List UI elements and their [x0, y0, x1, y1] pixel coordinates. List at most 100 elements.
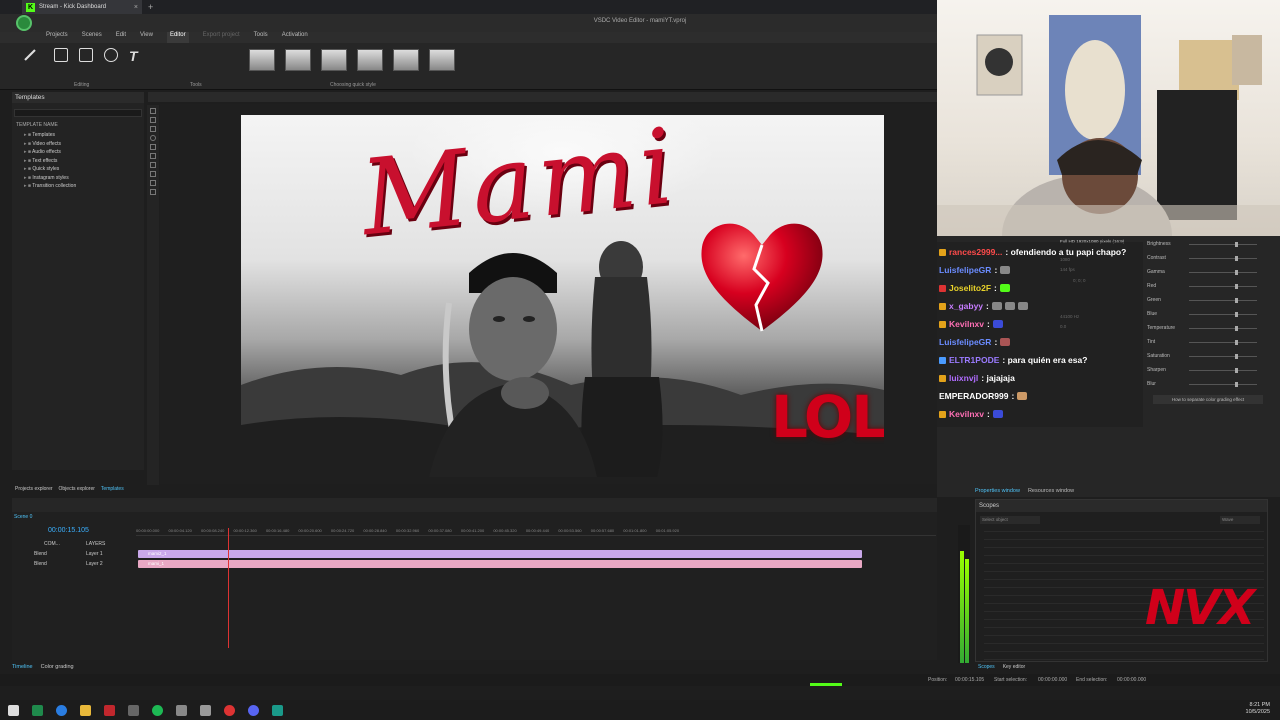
audio-effects-button[interactable]: [101, 47, 121, 67]
color-grading-help-button[interactable]: How to separate color grading effect: [1153, 395, 1263, 404]
menu-tools[interactable]: Tools: [254, 32, 268, 43]
chat-username[interactable]: Joselito2F: [949, 283, 991, 293]
image-tool-icon[interactable]: [150, 153, 156, 159]
slider-tint[interactable]: Tint: [1147, 339, 1265, 347]
chart-tool-icon[interactable]: [150, 180, 156, 186]
track1-blend[interactable]: Blend: [34, 551, 47, 557]
canvas-toolbar[interactable]: [148, 92, 938, 102]
video-effects-button[interactable]: [76, 47, 96, 67]
pen-tool-icon[interactable]: [150, 117, 156, 123]
tab-projects-explorer[interactable]: Projects explorer: [15, 486, 53, 496]
tab-templates[interactable]: Templates: [101, 486, 124, 496]
tab-timeline[interactable]: Timeline: [12, 664, 33, 673]
chat-username[interactable]: Kevilnxv: [949, 319, 984, 329]
discord-icon[interactable]: [248, 704, 259, 716]
tree-item-instagram-styles[interactable]: Instagram styles: [12, 174, 144, 183]
pointer-tool-icon[interactable]: [150, 108, 156, 114]
chat-username[interactable]: x_gabyy: [949, 301, 983, 311]
timeline-clip[interactable]: mami_1: [138, 560, 862, 568]
add-object-button[interactable]: [51, 47, 71, 67]
menu-scenes[interactable]: Scenes: [82, 32, 102, 43]
wizard-button[interactable]: [20, 47, 40, 67]
quick-style-grayscale-2[interactable]: [393, 49, 419, 71]
playhead[interactable]: [228, 528, 229, 648]
menu-export-project[interactable]: Export project: [203, 32, 240, 43]
tab-objects-explorer[interactable]: Objects explorer: [59, 486, 95, 496]
media-app-icon[interactable]: [104, 704, 115, 716]
menu-editor[interactable]: Editor: [166, 32, 189, 43]
quick-style-grayscale-3[interactable]: [429, 49, 455, 71]
slider-green[interactable]: Green: [1147, 297, 1265, 305]
slider-contrast[interactable]: Contrast: [1147, 255, 1265, 263]
timeline-clip[interactable]: mami2_1: [138, 550, 862, 558]
grid-app-icon[interactable]: [200, 704, 211, 716]
thumbnail-preview[interactable]: Mami LOL: [241, 115, 884, 477]
timeline-toolbar[interactable]: [12, 498, 937, 512]
chat-username[interactable]: Kevilnxv: [949, 409, 984, 419]
scopes-mode-select[interactable]: Wave: [1220, 516, 1260, 524]
pen-icon[interactable]: [176, 704, 187, 716]
vsdc-taskbar-icon[interactable]: [272, 704, 283, 716]
chat-username[interactable]: LuisfelipeGR: [939, 265, 991, 275]
scopes-object-select[interactable]: Select object: [980, 516, 1040, 524]
ruler-tick: 00:00:16.480: [265, 528, 290, 533]
text-effects-button[interactable]: T: [126, 47, 146, 67]
chat-message: LuisfelipeGR:: [939, 265, 1011, 275]
system-clock[interactable]: 8:21 PM 10/5/2025: [1246, 702, 1270, 716]
timeline-ruler[interactable]: 00:00:00.000 00:00:04.120 00:00:08.240 0…: [136, 528, 936, 536]
quick-style-grayscale[interactable]: [357, 49, 383, 71]
slider-sharpen[interactable]: Sharpen: [1147, 367, 1265, 375]
tree-item-text-effects[interactable]: Text effects: [12, 157, 144, 166]
live-indicator: [810, 683, 842, 686]
menu-view[interactable]: View: [140, 32, 153, 43]
windows-start-icon[interactable]: [8, 704, 19, 716]
quick-style-remove-all[interactable]: [249, 49, 275, 71]
file-explorer-icon[interactable]: [80, 704, 91, 716]
tab-color-grading[interactable]: Color grading: [41, 664, 74, 673]
tree-item-video-effects[interactable]: Video effects: [12, 140, 144, 149]
app-icon[interactable]: [32, 704, 43, 716]
slider-gamma[interactable]: Gamma: [1147, 269, 1265, 277]
templates-search-input[interactable]: [14, 109, 142, 117]
tab-resources-window[interactable]: Resources window: [1028, 488, 1074, 494]
menu-edit[interactable]: Edit: [116, 32, 126, 43]
video-tool-icon[interactable]: [150, 162, 156, 168]
obs-icon[interactable]: [224, 704, 235, 716]
ellipse-tool-icon[interactable]: [150, 135, 156, 141]
audio-tool-icon[interactable]: [150, 171, 156, 177]
slider-blue[interactable]: Blue: [1147, 311, 1265, 319]
chat-username[interactable]: rances2999...: [949, 247, 1002, 257]
edge-icon[interactable]: [56, 704, 67, 716]
tree-item-transition-collection[interactable]: Transition collection: [12, 182, 144, 191]
quick-style-auto-levels[interactable]: [285, 49, 311, 71]
menu-activation[interactable]: Activation: [282, 32, 308, 43]
slider-brightness[interactable]: Brightness: [1147, 241, 1265, 249]
zoom-tool-icon[interactable]: [150, 189, 156, 195]
tree-item-audio-effects[interactable]: Audio effects: [12, 148, 144, 157]
slider-red[interactable]: Red: [1147, 283, 1265, 291]
track2-blend[interactable]: Blend: [34, 561, 47, 567]
chat-username[interactable]: EMPERADOR999: [939, 391, 1008, 401]
tab-properties-window[interactable]: Properties window: [975, 488, 1020, 494]
menu-projects[interactable]: Projects: [46, 32, 68, 43]
tab-scopes[interactable]: Scopes: [978, 664, 995, 670]
chat-username[interactable]: ELTR1PODE: [949, 355, 999, 365]
tree-item-templates[interactable]: Templates: [12, 131, 144, 140]
chat-username[interactable]: LuisfelipeGR: [939, 337, 991, 347]
browser-tab[interactable]: K Stream - Kick Dashboard ×: [22, 0, 142, 14]
spotify-icon[interactable]: [152, 704, 163, 716]
tree-item-quick-styles[interactable]: Quick styles: [12, 165, 144, 174]
quick-style-auto-contrast[interactable]: [321, 49, 347, 71]
text-tool-icon[interactable]: [150, 144, 156, 150]
slider-temperature[interactable]: Temperature: [1147, 325, 1265, 333]
rectangle-tool-icon[interactable]: [150, 126, 156, 132]
wand-icon: [24, 49, 36, 61]
slider-blur[interactable]: Blur: [1147, 381, 1265, 389]
chat-message: Joselito2F:: [939, 283, 1010, 293]
slider-saturation[interactable]: Saturation: [1147, 353, 1265, 361]
tab-key-editor[interactable]: Key editor: [1003, 664, 1026, 670]
close-tab-icon[interactable]: ×: [134, 4, 138, 11]
chat-username[interactable]: luixnvjl: [949, 373, 978, 383]
tool-icon[interactable]: [128, 704, 139, 716]
new-tab-icon[interactable]: +: [148, 2, 153, 12]
